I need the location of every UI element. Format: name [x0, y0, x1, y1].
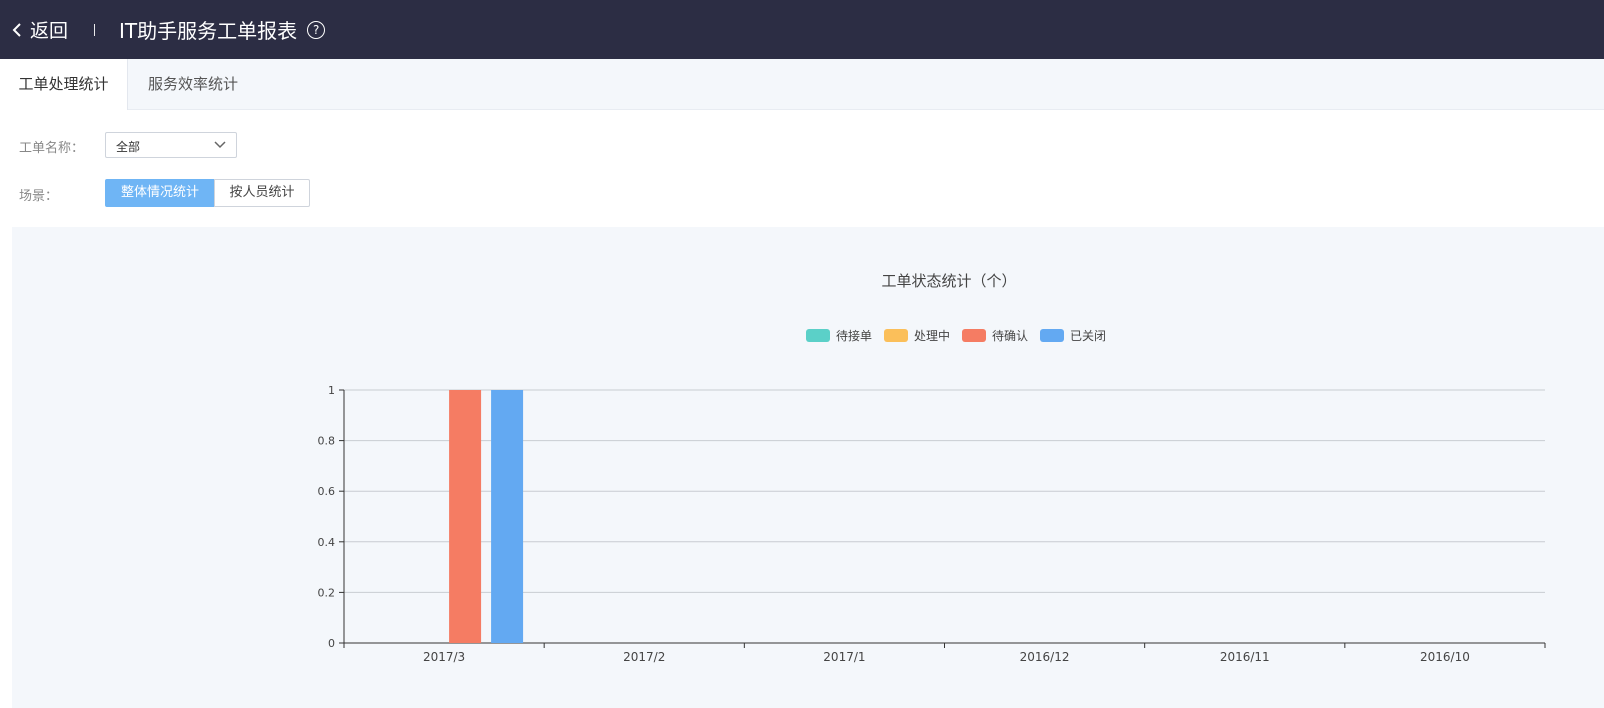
bar — [491, 390, 524, 643]
y-tick-label: 0.4 — [318, 536, 336, 549]
scene-overall-button[interactable]: 整体情况统计 — [105, 179, 215, 207]
chart-title: 工单状态统计（个） — [881, 272, 1016, 290]
legend-label: 已关闭 — [1070, 329, 1106, 343]
x-tick-label: 2017/1 — [823, 650, 865, 664]
x-tick-label: 2016/11 — [1220, 650, 1270, 664]
ticket-name-value: 全部 — [116, 140, 141, 154]
status-bar-chart: 工单状态统计（个） 待接单 处理中 待确认 已关闭 0 0.2 0.4 0.6 0.8 1 2017/… — [318, 272, 1546, 664]
legend-swatch — [1040, 329, 1064, 342]
tab-ticket-processing[interactable]: 工单处理统计 — [0, 59, 128, 110]
help-icon[interactable]: ? — [307, 20, 326, 39]
x-tick-label: 2017/3 — [423, 650, 465, 664]
back-button[interactable]: 返回 — [12, 16, 68, 43]
y-tick-label: 0.2 — [318, 586, 336, 599]
chart-panel: 工单状态统计（个） 待接单 处理中 待确认 已关闭 0 0.2 0.4 0.6 0.8 1 2017/… — [12, 227, 1604, 708]
x-tick-label: 2016/10 — [1420, 650, 1470, 664]
scene-by-person-button[interactable]: 按人员统计 — [214, 179, 310, 207]
legend-label: 待接单 — [836, 328, 872, 343]
chevron-left-icon — [12, 22, 21, 37]
legend-label: 待确认 — [992, 329, 1028, 343]
legend-swatch — [884, 329, 908, 342]
scene-label: 场景： — [19, 189, 59, 204]
tab-service-efficiency[interactable]: 服务效率统计 — [148, 59, 238, 109]
ticket-name-label: 工单名称： — [19, 141, 85, 156]
x-tick-label: 2017/2 — [623, 650, 665, 664]
y-tick-label: 0 — [328, 637, 335, 650]
chevron-down-icon — [214, 141, 226, 149]
header-divider — [94, 23, 96, 36]
legend-label: 处理中 — [914, 328, 950, 343]
bar — [449, 390, 482, 643]
tab-bar: 工单处理统计 服务效率统计 — [0, 59, 1604, 110]
y-tick-label: 0.6 — [318, 485, 336, 498]
legend-swatch — [806, 329, 830, 342]
y-tick-label: 0.8 — [318, 435, 336, 448]
back-label: 返回 — [30, 20, 69, 42]
app-header: 返回 IT助手服务工单报表 ? — [0, 0, 1604, 59]
y-tick-label: 1 — [328, 384, 335, 397]
x-tick-label: 2016/12 — [1020, 650, 1070, 664]
page-title: IT助手服务工单报表 — [119, 19, 298, 43]
ticket-name-select[interactable]: 全部 — [105, 132, 237, 158]
legend-swatch — [962, 329, 986, 342]
